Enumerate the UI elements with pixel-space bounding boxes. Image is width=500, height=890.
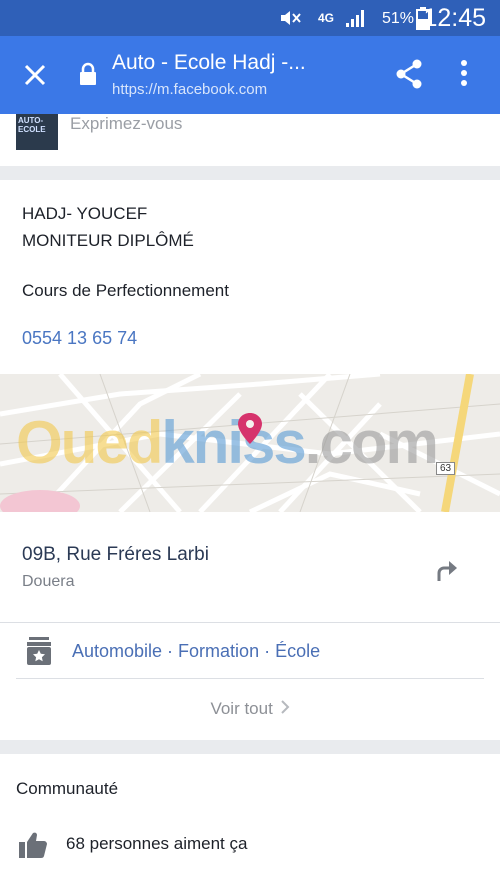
watermark-part2: kniss bbox=[161, 409, 306, 476]
watermark-part1: Oued bbox=[16, 409, 163, 476]
owner-name: HADJ- YOUCEF bbox=[22, 204, 148, 223]
owner-title: MONITEUR DIPLÔMÉ bbox=[22, 231, 194, 250]
see-all-link[interactable]: Voir tout bbox=[0, 699, 500, 720]
thumbs-up-icon bbox=[18, 831, 48, 864]
watermark: Ouedkniss.com bbox=[16, 408, 439, 477]
mute-icon bbox=[278, 0, 302, 36]
community-card: Communauté 68 personnes aiment ça bbox=[0, 754, 500, 890]
browser-toolbar: Auto - Ecole Hadj -... https://m.faceboo… bbox=[0, 36, 500, 114]
network-type: 4G bbox=[317, 11, 334, 25]
lock-icon bbox=[78, 62, 98, 91]
phone-link[interactable]: 0554 13 65 74 bbox=[22, 328, 137, 349]
page-thumbnail[interactable]: AUTO-ECOLE bbox=[16, 114, 58, 150]
store-icon bbox=[25, 636, 53, 671]
divider bbox=[16, 678, 484, 679]
page-title[interactable]: Auto - Ecole Hadj -... bbox=[112, 51, 306, 75]
page-info-card: HADJ- YOUCEF MONITEUR DIPLÔMÉ Cours de P… bbox=[0, 180, 500, 740]
directions-icon[interactable] bbox=[434, 558, 460, 589]
share-icon[interactable] bbox=[394, 58, 424, 95]
chevron-right-icon bbox=[280, 699, 290, 720]
community-heading: Communauté bbox=[16, 779, 119, 798]
url-text[interactable]: https://m.facebook.com bbox=[112, 81, 267, 98]
signal-icon bbox=[344, 0, 368, 36]
page-description: Cours de Perfectionnement bbox=[22, 281, 229, 300]
road-number-badge: 63 bbox=[436, 462, 456, 475]
city: Douera bbox=[22, 573, 75, 590]
location-map[interactable]: Ouedkniss.com 63 bbox=[0, 374, 500, 512]
status-bar: 4G 51% 12:45 bbox=[0, 0, 500, 36]
see-all-label: Voir tout bbox=[210, 699, 273, 718]
close-icon[interactable] bbox=[18, 58, 52, 92]
battery-percent: 51% bbox=[381, 10, 414, 27]
clock: 12:45 bbox=[423, 3, 486, 32]
likes-count[interactable]: 68 personnes aiment ça bbox=[66, 834, 247, 854]
thumbnail-text: AUTO-ECOLE bbox=[18, 116, 46, 134]
more-icon[interactable] bbox=[458, 58, 470, 95]
watermark-part3: .com bbox=[304, 409, 439, 476]
category-links[interactable]: Automobile · Formation · École bbox=[72, 641, 320, 662]
address[interactable]: 09B, Rue Fréres Larbi bbox=[22, 544, 209, 566]
composer-card: AUTO-ECOLE Exprimez-vous bbox=[0, 114, 500, 166]
divider bbox=[0, 622, 500, 623]
post-composer-placeholder[interactable]: Exprimez-vous bbox=[70, 114, 182, 134]
